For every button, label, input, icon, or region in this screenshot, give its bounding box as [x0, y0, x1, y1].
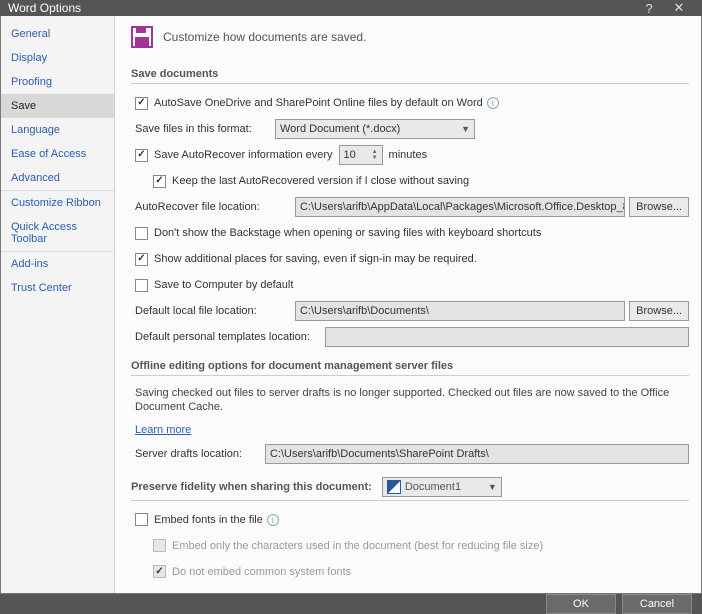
label-embed-fonts: Embed fonts in the file — [154, 514, 263, 526]
row-keep-last: Keep the last AutoRecovered version if I… — [153, 171, 689, 191]
label-templates-location: Default personal templates location: — [135, 331, 325, 343]
browse-default-button[interactable]: Browse... — [629, 301, 689, 321]
section-offline: Offline editing options for document man… — [131, 356, 689, 376]
cancel-button[interactable]: Cancel — [622, 594, 692, 614]
dialog-footer: OK Cancel — [0, 594, 702, 614]
content-pane: Customize how documents are saved. Save … — [115, 16, 701, 593]
sidebar-item-customize-ribbon[interactable]: Customize Ribbon — [1, 190, 114, 215]
row-no-common: Do not embed common system fonts — [153, 562, 689, 582]
input-default-location[interactable]: C:\Users\arifb\Documents\ — [295, 301, 625, 321]
label-ar-location: AutoRecover file location: — [135, 201, 295, 213]
browse-ar-button[interactable]: Browse... — [629, 197, 689, 217]
section-fidelity-title: Preserve fidelity when sharing this docu… — [131, 481, 372, 493]
sidebar-item-advanced[interactable]: Advanced — [1, 166, 114, 190]
label-keep-last: Keep the last AutoRecovered version if I… — [172, 175, 469, 187]
select-file-format[interactable]: Word Document (*.docx) ▼ — [275, 119, 475, 139]
checkbox-save-computer[interactable] — [135, 279, 148, 292]
row-embed-fonts: Embed fonts in the file i — [135, 510, 689, 530]
sidebar-item-add-ins[interactable]: Add-ins — [1, 251, 114, 276]
select-document-value: Document1 — [405, 481, 461, 493]
checkbox-no-common — [153, 565, 166, 578]
row-server-drafts: Server drafts location: C:\Users\arifb\D… — [135, 444, 689, 464]
label-no-common: Do not embed common system fonts — [172, 566, 351, 578]
sidebar-item-display[interactable]: Display — [1, 46, 114, 70]
spinner-arrows-icon: ▲▼ — [372, 149, 378, 161]
section-fidelity: Preserve fidelity when sharing this docu… — [131, 473, 689, 501]
checkbox-embed-fonts[interactable] — [135, 513, 148, 526]
window-title: Word Options — [8, 1, 634, 15]
select-document[interactable]: Document1 ▼ — [382, 477, 502, 497]
row-embed-only: Embed only the characters used in the do… — [153, 536, 689, 556]
help-button[interactable]: ? — [634, 1, 664, 16]
row-autorecover: Save AutoRecover information every 10 ▲▼… — [135, 145, 689, 165]
checkbox-no-backstage[interactable] — [135, 227, 148, 240]
checkbox-keep-last[interactable] — [153, 175, 166, 188]
label-no-backstage: Don't show the Backstage when opening or… — [154, 227, 541, 239]
label-format: Save files in this format: — [135, 123, 275, 135]
spinner-autorecover-minutes[interactable]: 10 ▲▼ — [339, 145, 383, 165]
row-ar-location: AutoRecover file location: C:\Users\arif… — [135, 197, 689, 217]
page-heading-row: Customize how documents are saved. — [131, 26, 689, 48]
word-options-dialog: Word Options ? ✕ General Display Proofin… — [0, 0, 702, 576]
checkbox-additional-places[interactable] — [135, 253, 148, 266]
dialog-body: General Display Proofing Save Language E… — [0, 16, 702, 594]
checkbox-autosave[interactable] — [135, 97, 148, 110]
checkbox-embed-only — [153, 539, 166, 552]
label-server-drafts: Server drafts location: — [135, 448, 265, 460]
row-default-location: Default local file location: C:\Users\ar… — [135, 301, 689, 321]
label-autorecover: Save AutoRecover information every — [154, 149, 333, 161]
close-button[interactable]: ✕ — [664, 0, 694, 16]
chevron-down-icon: ▼ — [461, 124, 470, 134]
label-autosave: AutoSave OneDrive and SharePoint Online … — [154, 97, 483, 109]
info-icon[interactable]: i — [267, 514, 279, 526]
page-heading: Customize how documents are saved. — [163, 30, 366, 44]
row-additional-places: Show additional places for saving, even … — [135, 249, 689, 269]
input-ar-location[interactable]: C:\Users\arifb\AppData\Local\Packages\Mi… — [295, 197, 625, 217]
row-save-computer: Save to Computer by default — [135, 275, 689, 295]
select-file-format-value: Word Document (*.docx) — [280, 123, 400, 135]
sidebar-item-general[interactable]: General — [1, 22, 114, 46]
row-templates-location: Default personal templates location: — [135, 327, 689, 347]
label-additional-places: Show additional places for saving, even … — [154, 253, 477, 265]
sidebar-item-language[interactable]: Language — [1, 118, 114, 142]
word-doc-icon — [387, 480, 401, 494]
row-format: Save files in this format: Word Document… — [135, 119, 689, 139]
input-server-drafts[interactable]: C:\Users\arifb\Documents\SharePoint Draf… — [265, 444, 689, 464]
ok-button[interactable]: OK — [546, 594, 616, 614]
label-save-computer: Save to Computer by default — [154, 279, 293, 291]
row-autosave: AutoSave OneDrive and SharePoint Online … — [135, 93, 689, 113]
info-icon[interactable]: i — [487, 97, 499, 109]
chevron-down-icon: ▼ — [488, 482, 497, 492]
sidebar-item-trust-center[interactable]: Trust Center — [1, 276, 114, 300]
sidebar-item-quick-access-toolbar[interactable]: Quick Access Toolbar — [1, 215, 114, 251]
save-disk-icon — [131, 26, 153, 48]
row-no-backstage: Don't show the Backstage when opening or… — [135, 223, 689, 243]
spinner-value: 10 — [344, 149, 356, 161]
offline-note: Saving checked out files to server draft… — [135, 386, 689, 415]
sidebar-item-save[interactable]: Save — [1, 94, 114, 118]
title-bar: Word Options ? ✕ — [0, 0, 702, 16]
checkbox-autorecover[interactable] — [135, 149, 148, 162]
sidebar-item-proofing[interactable]: Proofing — [1, 70, 114, 94]
label-default-location: Default local file location: — [135, 305, 295, 317]
input-templates-location[interactable] — [325, 327, 689, 347]
label-autorecover-unit: minutes — [389, 149, 428, 161]
section-save-documents: Save documents — [131, 64, 689, 84]
category-sidebar: General Display Proofing Save Language E… — [1, 16, 115, 593]
label-embed-only: Embed only the characters used in the do… — [172, 540, 543, 552]
learn-more-link[interactable]: Learn more — [135, 424, 191, 436]
sidebar-item-ease-of-access[interactable]: Ease of Access — [1, 142, 114, 166]
